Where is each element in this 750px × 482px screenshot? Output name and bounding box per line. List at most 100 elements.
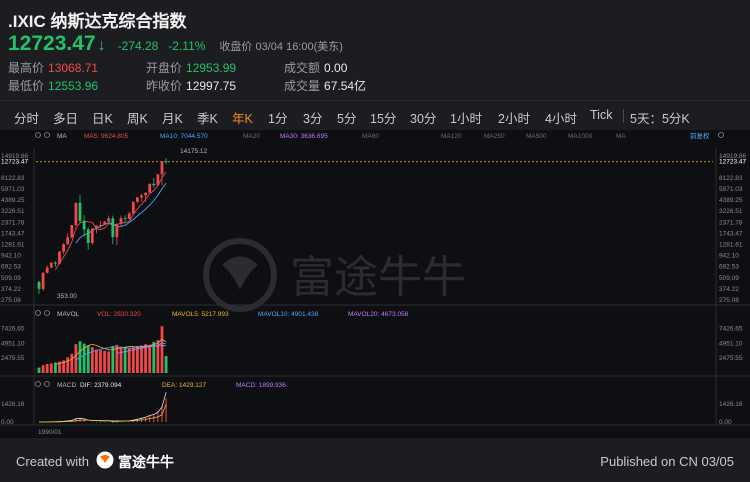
candle-body [111, 218, 115, 238]
stat-label: 成交量 [284, 79, 321, 93]
legend-ma-more: MA [616, 133, 626, 140]
dif-line [38, 392, 167, 423]
stat-high: 最高价 13068.71 [8, 59, 98, 76]
candle-body [66, 237, 70, 245]
period-tab[interactable]: 月K [162, 108, 183, 127]
legend-ma120: MA120 [441, 133, 462, 140]
y-axis-tick-left: 5971.03 [1, 186, 25, 193]
candle-body [58, 251, 61, 264]
volume-bar [45, 364, 49, 373]
legend-ma10: MA10: 7044.570 [160, 133, 208, 140]
period-tabbar: 分时 多日 日K 周K 月K 季K 年K 1分 3分 5分 15分 30分 1小时 2小时 4小时 Tick 5… [0, 100, 750, 130]
volume-bar [107, 351, 111, 373]
volume-bar [164, 356, 168, 373]
period-tab[interactable]: 4小时 [545, 108, 577, 127]
vol-axis-tick-left: 4951.10 [1, 340, 25, 347]
candle-body [62, 244, 65, 252]
volume-bar [111, 346, 115, 373]
period-tab[interactable]: 季K [197, 108, 218, 127]
vol-axis-tick-right: 7426.65 [719, 325, 743, 332]
legend-ma1000: MA1000 [568, 133, 593, 140]
volume-bar [103, 350, 106, 373]
volume-bar [144, 344, 147, 373]
period-tab[interactable]: 日K [92, 108, 113, 127]
period-tab[interactable]: 3分 [303, 108, 322, 127]
candle-body [164, 161, 168, 163]
period-tab[interactable]: 5天：5分K [630, 108, 690, 127]
macd-legend-dif: DIF: 2379.094 [80, 382, 122, 389]
volume-bar [136, 346, 139, 373]
candle-body [95, 225, 98, 229]
vol-axis-tick-right: 4951.10 [719, 340, 743, 347]
period-tab[interactable]: 周K [127, 108, 148, 127]
period-tab[interactable]: 1小时 [450, 108, 482, 127]
kline-chart[interactable]: 富途牛牛 MA MA5: 9624.805 MA10: 7044.570 MA20 MA3… [0, 130, 750, 438]
max-price-label: 14175.12 [180, 148, 207, 155]
candle-body [78, 202, 82, 221]
close-icon [44, 132, 50, 138]
volume-bar [37, 367, 41, 373]
period-tab[interactable]: 多日 [53, 108, 78, 127]
stat-value: 0.00 [324, 61, 348, 75]
watermark-text: 富途牛牛 [290, 253, 466, 302]
candle-body [103, 221, 106, 225]
candle-body [136, 197, 139, 202]
candle-body [49, 262, 53, 268]
candle-body [54, 262, 57, 264]
y-axis-tick-right: 1281.61 [719, 242, 743, 249]
volume-bar [131, 347, 135, 373]
down-arrow-icon: ↓ [97, 37, 106, 54]
price-change-pct: -2.11% [168, 39, 206, 53]
candle-body [127, 213, 131, 219]
stat-label: 开盘价 [146, 61, 183, 75]
candle-body [160, 161, 164, 175]
candle-body [90, 228, 94, 244]
y-axis-tick-right: 509.09 [719, 275, 739, 282]
y-axis-tick-left: 2371.78 [1, 219, 25, 226]
volume-bar [140, 345, 143, 373]
watermark-logo-mark [222, 256, 258, 290]
stat-value: 67.54亿 [324, 79, 367, 93]
volume-bar [70, 353, 74, 373]
candle-body [144, 192, 147, 196]
y-axis-tick-left: 1281.61 [1, 242, 25, 249]
volume-bar [127, 347, 131, 373]
settings-icon [35, 132, 41, 138]
candle-body [37, 281, 41, 289]
y-axis-tick-right: 1743.47 [719, 230, 743, 237]
candle-body [148, 183, 152, 193]
footer: Created with 富途牛牛 Published on CN 03/05 [0, 438, 750, 482]
period-tab[interactable]: 30分 [410, 108, 436, 127]
legend-ma60: MA60 [362, 133, 379, 140]
last-price: 12723.47 [8, 32, 96, 55]
volume-bar [95, 349, 98, 373]
candle-body [123, 218, 127, 220]
legend-ma30: MA30: 3636.695 [280, 133, 328, 140]
legend-ma250: MA250 [484, 133, 505, 140]
candle-body [131, 201, 135, 214]
volume-bar [49, 363, 53, 373]
settings-icon [35, 381, 41, 387]
vol-axis-tick-left: 2475.55 [1, 355, 25, 362]
period-tab[interactable]: 1分 [268, 108, 287, 127]
macd-legend-dea: DEA: 1429.127 [162, 382, 206, 389]
candle-body [156, 174, 160, 186]
stat-low: 最低价 12553.96 [8, 77, 98, 94]
stat-prev-close: 昨收价 12997.75 [146, 77, 236, 94]
period-tab[interactable]: 年K [232, 108, 253, 127]
period-tab[interactable]: 2小时 [498, 108, 530, 127]
period-tab[interactable]: 5分 [337, 108, 356, 127]
y-axis-tick-left: 692.53 [1, 264, 21, 271]
volume-bar [148, 344, 152, 373]
close-status: 收盘价 03/04 16:00(美东) [219, 41, 343, 53]
macd-axis-tick-left: 1426.16 [1, 401, 25, 408]
vol-axis-tick-left: 7426.65 [1, 325, 25, 332]
period-tab[interactable]: 15分 [370, 108, 396, 127]
legend-ma-label: MA [57, 133, 67, 140]
y-axis-tick-left: 374.22 [1, 286, 21, 293]
y-axis-tick-left: 12723.47 [1, 159, 28, 166]
period-tab[interactable]: 分时 [14, 108, 39, 127]
period-tab[interactable]: Tick [590, 108, 612, 122]
candle-body [152, 183, 156, 186]
candle-body [74, 202, 78, 226]
